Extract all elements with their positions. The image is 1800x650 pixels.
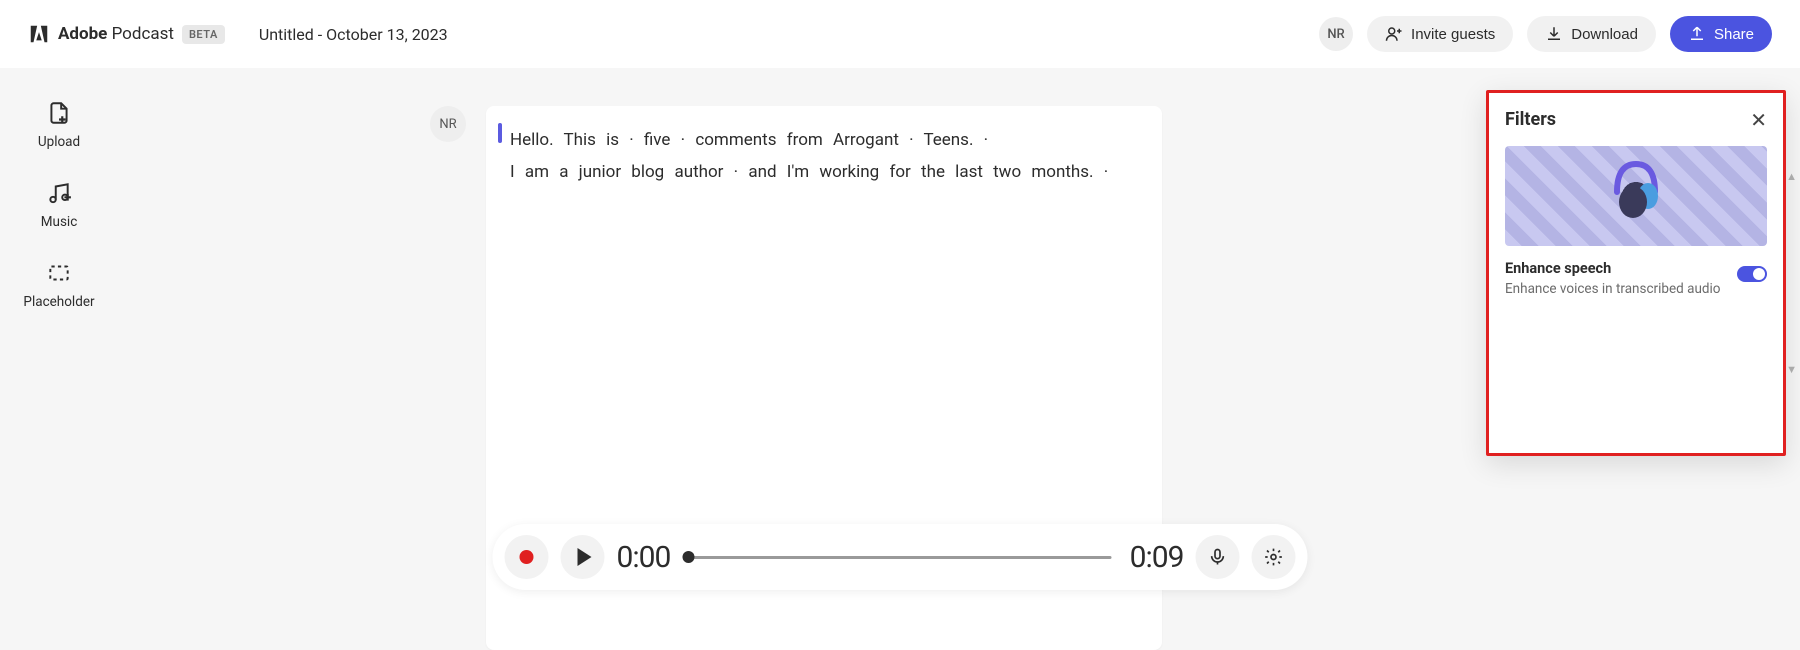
enhance-speech-toggle[interactable] — [1737, 266, 1767, 282]
transcript-line-2: I am a junior blog author · and I'm work… — [510, 162, 1108, 182]
sidebar-item-upload[interactable]: Upload — [38, 100, 80, 150]
share-button[interactable]: Share — [1670, 16, 1772, 52]
record-button[interactable] — [505, 535, 549, 579]
scroll-down-icon[interactable]: ▼ — [1786, 363, 1797, 376]
settings-button[interactable] — [1252, 535, 1296, 579]
cursor-bar — [498, 123, 502, 143]
enhance-speech-row: Enhance speech Enhance voices in transcr… — [1505, 260, 1767, 297]
beta-badge: BETA — [182, 25, 225, 44]
transcript-line-1: Hello. This is · five · comments from Ar… — [510, 130, 988, 150]
invite-guests-button[interactable]: Invite guests — [1367, 16, 1513, 52]
headphone-mic-icon — [1605, 152, 1667, 222]
download-label: Download — [1571, 26, 1638, 43]
progress-knob[interactable] — [682, 551, 694, 563]
sidebar-placeholder-label: Placeholder — [23, 294, 94, 310]
close-icon[interactable]: ✕ — [1750, 110, 1767, 130]
top-bar: Adobe Podcast BETA Untitled - October 13… — [0, 0, 1800, 68]
panel-scrollbar[interactable]: ▲ ▼ — [1786, 170, 1797, 376]
invite-guests-label: Invite guests — [1411, 26, 1495, 43]
progress-track[interactable] — [688, 556, 1111, 559]
left-sidebar: Upload Music Placeholder — [0, 68, 118, 650]
adobe-logo-icon — [28, 23, 50, 45]
duration-time: 0:09 — [1130, 540, 1184, 575]
music-icon — [46, 180, 72, 206]
speaker-avatar[interactable]: NR — [430, 106, 466, 142]
scroll-up-icon[interactable]: ▲ — [1786, 170, 1797, 183]
sidebar-item-music[interactable]: Music — [41, 180, 78, 230]
enhance-speech-image — [1505, 146, 1767, 246]
download-icon — [1545, 25, 1563, 43]
top-bar-left: Adobe Podcast BETA Untitled - October 13… — [28, 23, 448, 45]
mic-button[interactable] — [1196, 535, 1240, 579]
enhance-speech-desc: Enhance voices in transcribed audio — [1505, 281, 1721, 297]
play-button[interactable] — [561, 535, 605, 579]
sidebar-item-placeholder[interactable]: Placeholder — [23, 260, 94, 310]
gear-icon — [1264, 547, 1284, 567]
top-bar-right: NR Invite guests Download Share — [1319, 16, 1772, 52]
current-time: 0:00 — [617, 540, 671, 575]
upload-icon — [46, 100, 72, 126]
filters-panel: Filters ✕ Enhance speech Enhance voices … — [1486, 90, 1786, 456]
play-icon — [577, 548, 591, 566]
enhance-speech-text: Enhance speech Enhance voices in transcr… — [1505, 260, 1721, 297]
filters-header: Filters ✕ — [1505, 109, 1767, 130]
mic-icon — [1208, 547, 1228, 567]
player-bar: 0:00 0:09 — [493, 524, 1308, 590]
person-plus-icon — [1385, 25, 1403, 43]
sidebar-upload-label: Upload — [38, 134, 80, 150]
record-icon — [520, 550, 534, 564]
transcript-text[interactable]: Hello. This is · five · comments from Ar… — [502, 124, 1138, 189]
document-title[interactable]: Untitled - October 13, 2023 — [259, 25, 448, 44]
user-avatar[interactable]: NR — [1319, 17, 1353, 51]
placeholder-icon — [46, 260, 72, 286]
brand-logo[interactable]: Adobe Podcast BETA — [28, 23, 225, 45]
share-label: Share — [1714, 26, 1754, 43]
share-icon — [1688, 25, 1706, 43]
download-button[interactable]: Download — [1527, 16, 1656, 52]
enhance-speech-title: Enhance speech — [1505, 260, 1721, 277]
brand-name: Adobe Podcast — [58, 24, 174, 44]
sidebar-music-label: Music — [41, 214, 78, 230]
filters-title: Filters — [1505, 109, 1556, 130]
